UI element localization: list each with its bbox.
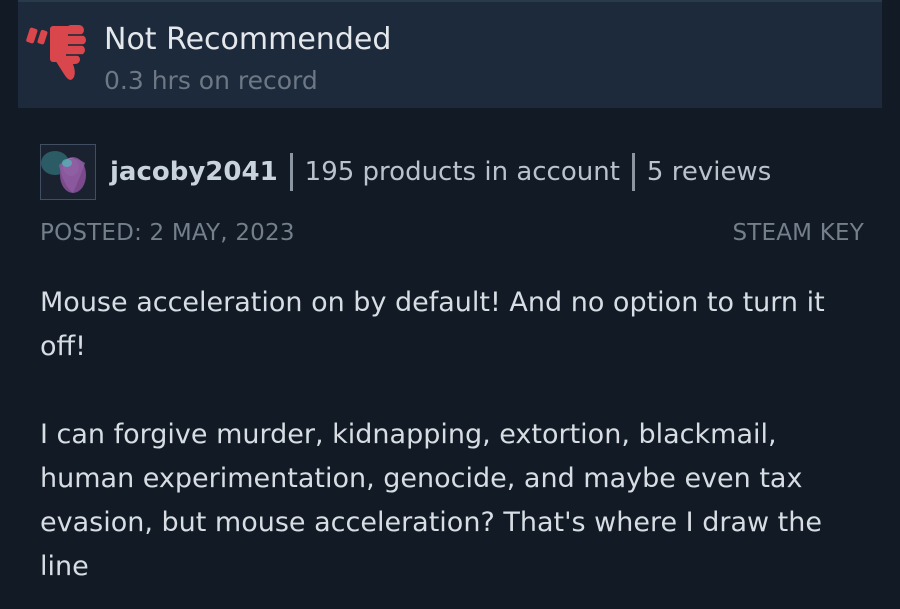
hours-on-record: 0.3 hrs on record — [104, 66, 318, 95]
author-info: jacoby2041 195 products in account 5 rev… — [40, 144, 771, 200]
key-type: STEAM KEY — [732, 220, 864, 246]
divider — [289, 153, 293, 191]
divider — [631, 153, 635, 191]
avatar[interactable] — [40, 144, 96, 200]
posted-date: POSTED: 2 MAY, 2023 — [40, 220, 295, 246]
recommendation-label: Not Recommended — [104, 22, 392, 57]
author-username[interactable]: jacoby2041 — [110, 157, 278, 187]
review-header: Not Recommended 0.3 hrs on record — [18, 0, 882, 108]
review-paragraph: I can forgive murder, kidnapping, extort… — [40, 419, 822, 582]
products-in-account[interactable]: 195 products in account — [305, 157, 620, 187]
review-body: Mouse acceleration on by default! And no… — [40, 281, 870, 609]
review-count[interactable]: 5 reviews — [647, 157, 771, 187]
review-card: Not Recommended 0.3 hrs on record jacoby… — [0, 0, 900, 609]
thumbs-down-icon — [26, 25, 86, 80]
review-paragraph: Mouse acceleration on by default! And no… — [40, 287, 825, 362]
